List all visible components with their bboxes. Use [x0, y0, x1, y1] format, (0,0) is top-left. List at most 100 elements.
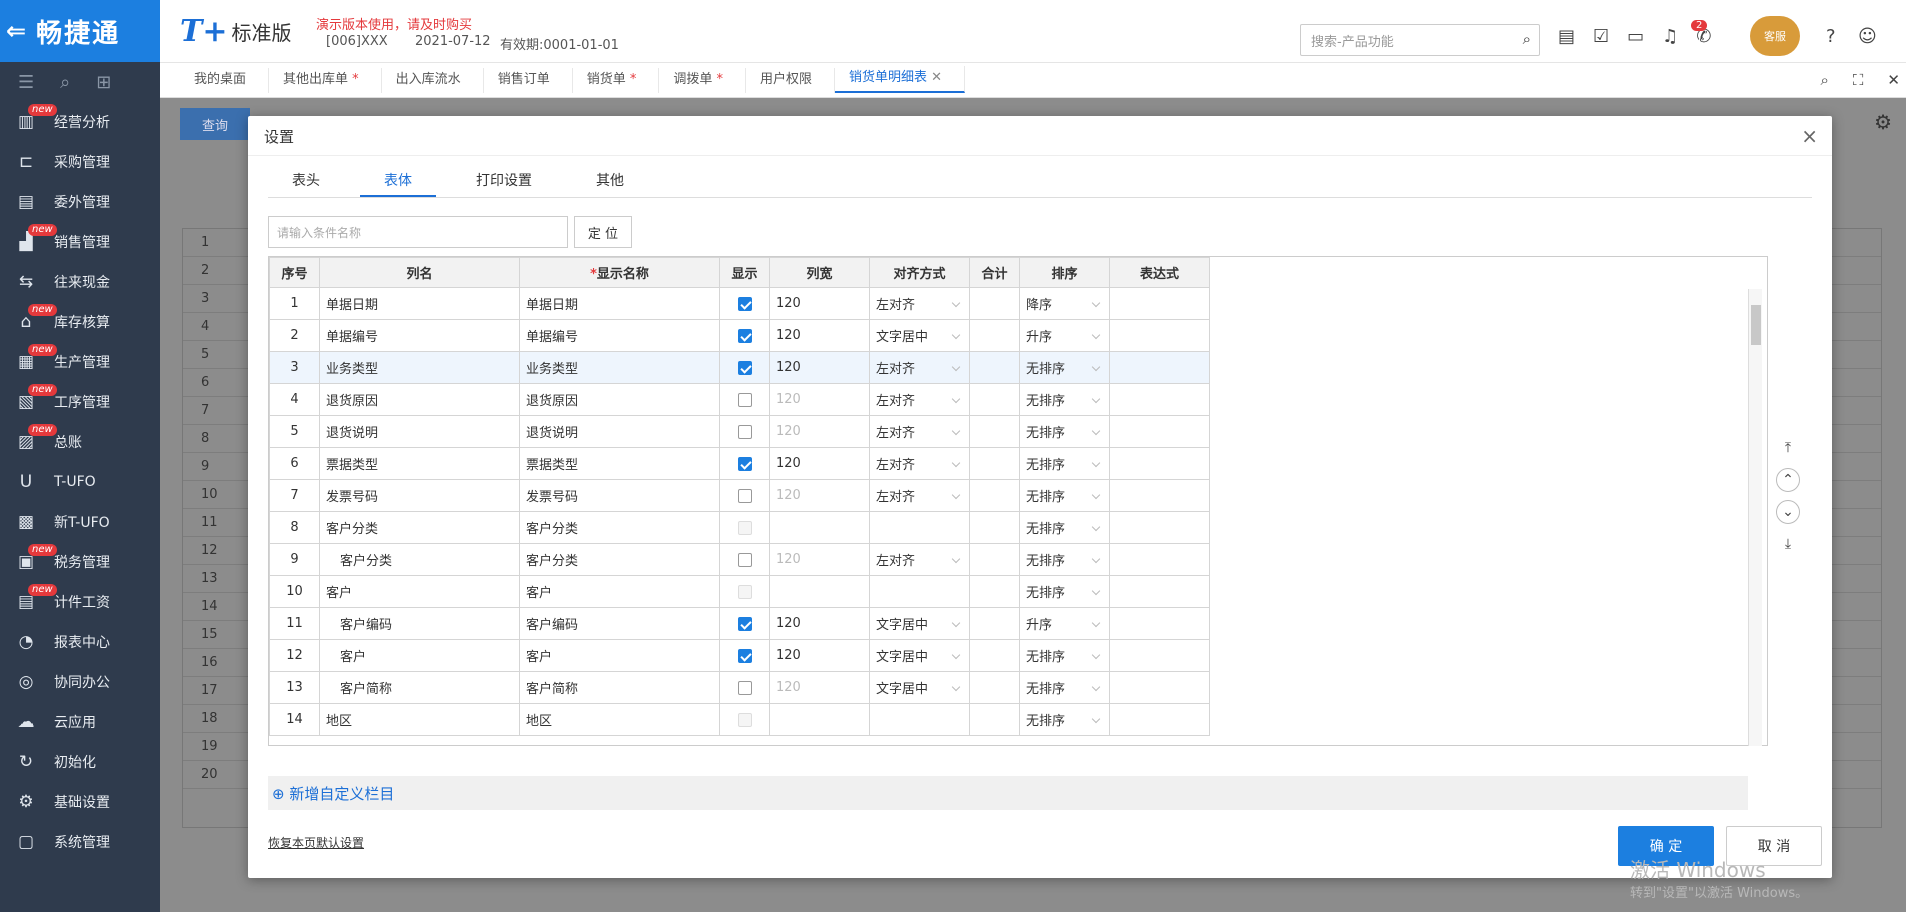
width-cell[interactable]: 120 [769, 287, 870, 320]
show-cell[interactable] [719, 511, 770, 544]
sort-select[interactable]: 无排序 [1019, 479, 1110, 512]
column-name-cell[interactable]: 客户分类 [319, 543, 520, 576]
show-checkbox[interactable] [737, 616, 752, 631]
sidebar-item-0[interactable]: ▥ 经营分析 new [0, 102, 160, 142]
tab-search-icon[interactable]: ⌕ [1821, 71, 1829, 89]
show-cell[interactable] [719, 639, 770, 672]
demo-notice[interactable]: 演示版本使用，请及时购买 [316, 14, 472, 33]
align-select[interactable]: 左对齐 [869, 287, 970, 320]
show-checkbox[interactable] [737, 424, 752, 439]
sidebar-item-2[interactable]: ▤ 委外管理 [0, 182, 160, 222]
align-select[interactable] [869, 703, 970, 736]
task-list-icon[interactable]: ☑ [1593, 26, 1609, 47]
close-all-icon[interactable]: ✕ [1887, 71, 1900, 89]
vertical-scrollbar[interactable] [1748, 289, 1762, 746]
show-cell[interactable] [719, 543, 770, 576]
column-name-cell[interactable]: 客户分类 [319, 511, 520, 544]
align-select[interactable]: 文字居中 [869, 319, 970, 352]
display-name-cell[interactable]: 票据类型 [519, 447, 720, 480]
expression-cell[interactable] [1109, 447, 1210, 480]
column-name-cell[interactable]: 单据编号 [319, 319, 520, 352]
width-cell[interactable]: 120 [769, 671, 870, 704]
column-name-cell[interactable]: 客户 [319, 639, 520, 672]
display-name-cell[interactable]: 发票号码 [519, 479, 720, 512]
expression-cell[interactable] [1109, 575, 1210, 608]
tab-5[interactable]: 调拨单 * [659, 68, 747, 93]
width-cell[interactable] [769, 703, 870, 736]
sidebar-item-6[interactable]: ▦ 生产管理 new [0, 342, 160, 382]
pin-icon[interactable]: ⊞ [96, 72, 111, 93]
tab-1[interactable]: 其他出库单 * [269, 68, 382, 93]
show-checkbox[interactable] [737, 648, 752, 663]
sidebar-item-3[interactable]: ▟ 销售管理 new [0, 222, 160, 262]
sidebar-item-18[interactable]: ▢ 系统管理 [0, 822, 160, 862]
table-row[interactable]: 13 客户简称 客户简称 120 文字居中 无排序 [269, 671, 1210, 704]
column-name-cell[interactable]: 业务类型 [319, 351, 520, 384]
display-name-cell[interactable]: 地区 [519, 703, 720, 736]
align-select[interactable]: 文字居中 [869, 607, 970, 640]
show-checkbox[interactable] [737, 360, 752, 375]
message-icon[interactable]: ▭ [1627, 26, 1644, 47]
sidebar-item-16[interactable]: ↻ 初始化 [0, 742, 160, 782]
expression-cell[interactable] [1109, 543, 1210, 576]
sidebar-item-10[interactable]: ▩ 新T-UFO [0, 502, 160, 542]
show-cell[interactable] [719, 287, 770, 320]
show-checkbox[interactable] [737, 328, 752, 343]
align-select[interactable]: 左对齐 [869, 447, 970, 480]
table-row[interactable]: 6 票据类型 票据类型 120 左对齐 无排序 [269, 447, 1210, 480]
align-select[interactable]: 左对齐 [869, 351, 970, 384]
sidebar-item-17[interactable]: ⚙ 基础设置 [0, 782, 160, 822]
expression-cell[interactable] [1109, 511, 1210, 544]
expression-cell[interactable] [1109, 607, 1210, 640]
dialog-tab-0[interactable]: 表头 [268, 164, 344, 197]
display-name-cell[interactable]: 单据编号 [519, 319, 720, 352]
help-icon[interactable]: ? [1826, 26, 1836, 47]
sort-select[interactable]: 无排序 [1019, 415, 1110, 448]
table-row[interactable]: 12 客户 客户 120 文字居中 无排序 [269, 639, 1210, 672]
condition-name-input[interactable]: 请输入条件名称 [268, 216, 568, 248]
show-checkbox[interactable] [737, 552, 752, 567]
sort-select[interactable]: 升序 [1019, 319, 1110, 352]
sidebar-item-5[interactable]: ⌂ 库存核算 new [0, 302, 160, 342]
width-cell[interactable]: 120 [769, 607, 870, 640]
show-cell[interactable] [719, 703, 770, 736]
display-name-cell[interactable]: 客户分类 [519, 511, 720, 544]
tab-close-icon[interactable]: ✕ [927, 70, 942, 85]
column-name-cell[interactable]: 地区 [319, 703, 520, 736]
sidebar-item-13[interactable]: ◔ 报表中心 [0, 622, 160, 662]
width-cell[interactable]: 120 [769, 415, 870, 448]
sidebar-item-4[interactable]: ⇆ 往来现金 [0, 262, 160, 302]
expression-cell[interactable] [1109, 703, 1210, 736]
show-cell[interactable] [719, 319, 770, 352]
sidebar-item-1[interactable]: ⊏ 采购管理 [0, 142, 160, 182]
sidebar-item-14[interactable]: ◎ 协同办公 [0, 662, 160, 702]
tab-0[interactable]: 我的桌面 [180, 68, 270, 93]
expression-cell[interactable] [1109, 671, 1210, 704]
dialog-tab-1[interactable]: 表体 [360, 164, 436, 197]
width-cell[interactable]: 120 [769, 351, 870, 384]
display-name-cell[interactable]: 客户分类 [519, 543, 720, 576]
move-down-icon[interactable]: ⌄ [1776, 500, 1800, 524]
scroll-thumb[interactable] [1751, 305, 1761, 345]
column-name-cell[interactable]: 客户编码 [319, 607, 520, 640]
sidebar-item-9[interactable]: U T-UFO [0, 462, 160, 502]
add-custom-column-button[interactable]: ⊕ 新增自定义栏目 [268, 776, 1748, 810]
align-select[interactable]: 左对齐 [869, 479, 970, 512]
align-select[interactable] [869, 511, 970, 544]
show-cell[interactable] [719, 479, 770, 512]
move-up-icon[interactable]: ⌃ [1776, 468, 1800, 492]
width-cell[interactable]: 120 [769, 447, 870, 480]
display-name-cell[interactable]: 客户 [519, 639, 720, 672]
sort-select[interactable]: 无排序 [1019, 575, 1110, 608]
column-name-cell[interactable]: 发票号码 [319, 479, 520, 512]
sort-select[interactable]: 无排序 [1019, 447, 1110, 480]
expression-cell[interactable] [1109, 351, 1210, 384]
display-name-cell[interactable]: 客户简称 [519, 671, 720, 704]
sidebar-item-11[interactable]: ▣ 税务管理 new [0, 542, 160, 582]
expression-cell[interactable] [1109, 319, 1210, 352]
menu-icon[interactable]: ☰ [18, 72, 34, 93]
table-row[interactable]: 7 发票号码 发票号码 120 左对齐 无排序 [269, 479, 1210, 512]
sort-select[interactable]: 无排序 [1019, 639, 1110, 672]
show-checkbox[interactable] [737, 392, 752, 407]
sidebar-item-12[interactable]: ▤ 计件工资 new [0, 582, 160, 622]
